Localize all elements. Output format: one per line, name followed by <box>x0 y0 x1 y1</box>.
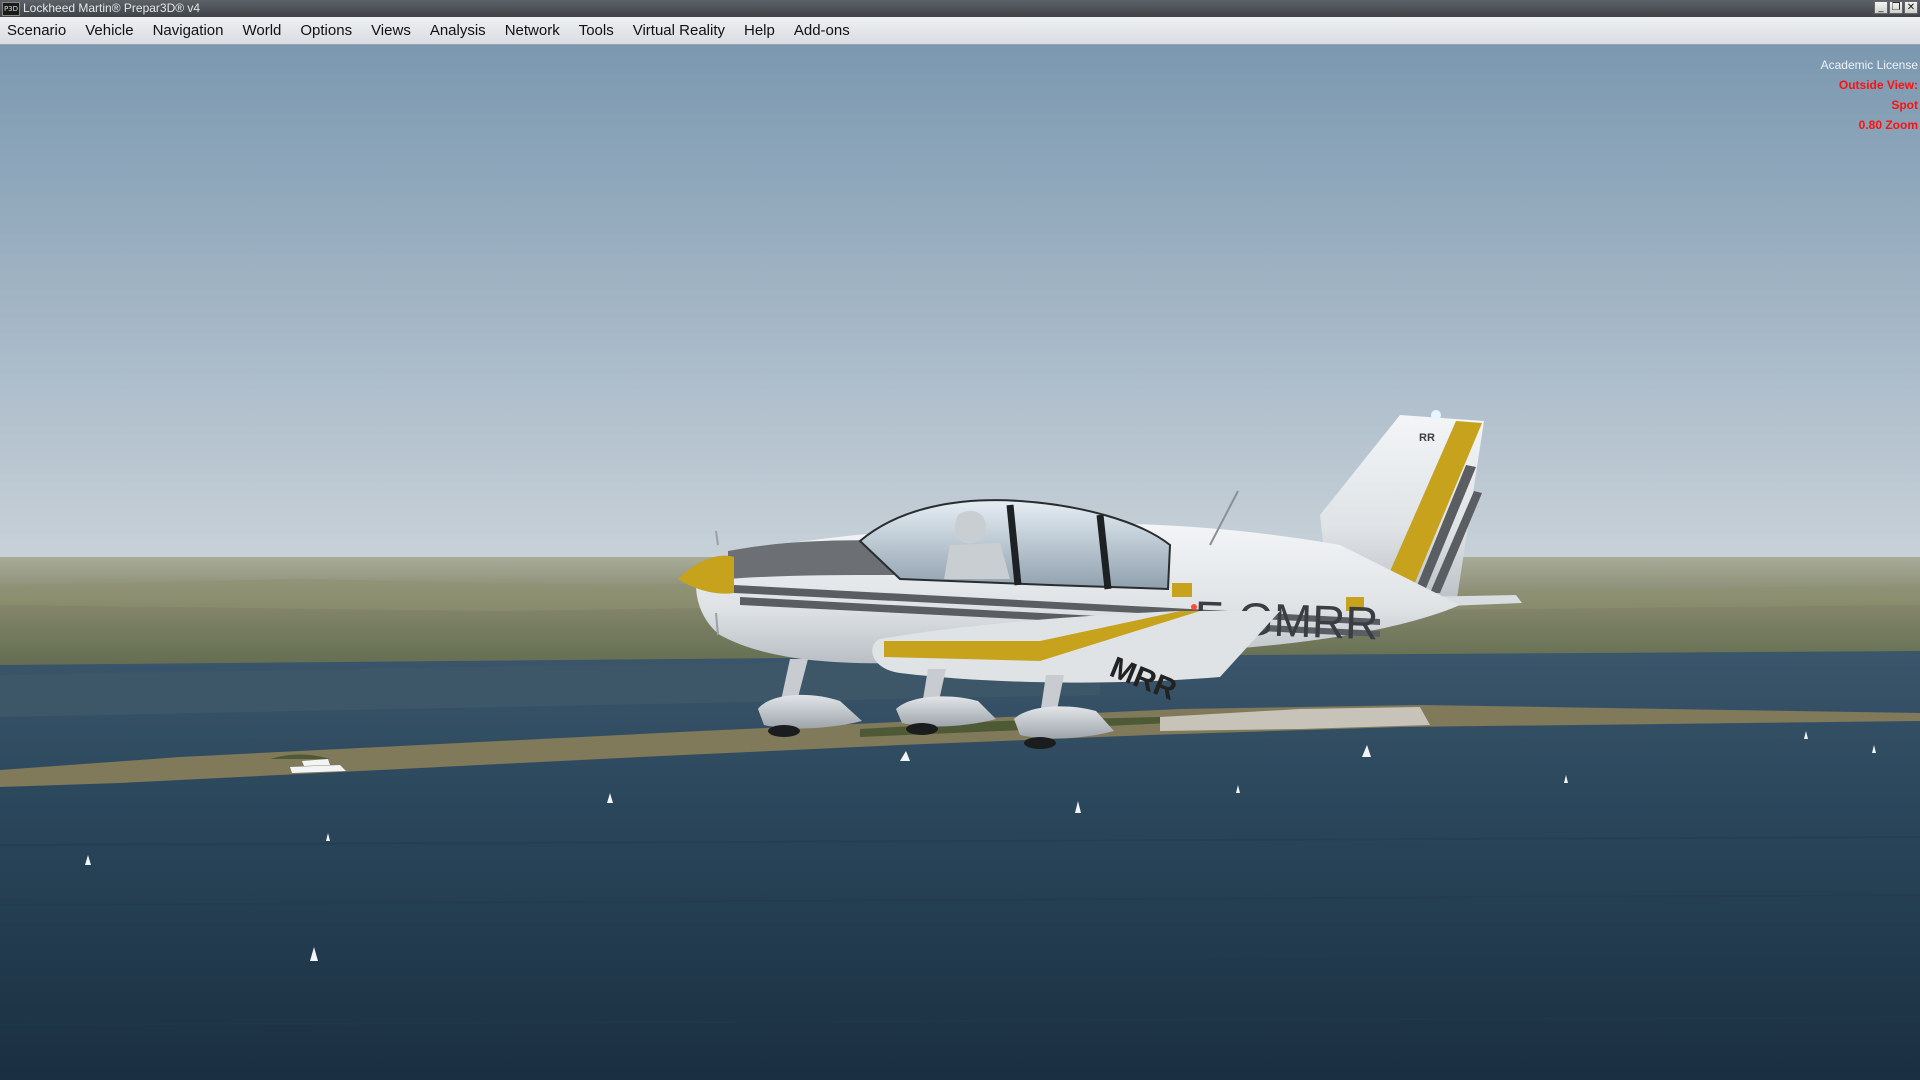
menu-views[interactable]: Views <box>366 19 416 42</box>
menu-options[interactable]: Options <box>295 19 357 42</box>
simulation-viewport[interactable]: RR F-GMRR MRR <box>0 45 1920 1080</box>
menu-virtual-reality[interactable]: Virtual Reality <box>628 19 730 42</box>
menu-scenario[interactable]: Scenario <box>2 19 71 42</box>
menu-navigation[interactable]: Navigation <box>148 19 229 42</box>
view-label: Outside View: <box>1838 78 1918 92</box>
sky <box>0 45 1920 565</box>
view-mode: Spot <box>1891 98 1918 112</box>
hud-overlay: Academic License Outside View: Spot 0.80… <box>1821 55 1918 135</box>
zoom-readout: 0.80 Zoom <box>1858 118 1918 132</box>
menu-add-ons[interactable]: Add-ons <box>789 19 855 42</box>
menu-vehicle[interactable]: Vehicle <box>80 19 138 42</box>
menu-tools[interactable]: Tools <box>574 19 619 42</box>
strobe-light <box>1191 604 1197 610</box>
restore-button[interactable]: ❐ <box>1889 1 1903 14</box>
title-bar[interactable]: P3D Lockheed Martin® Prepar3D® v4 _ ❐ ✕ <box>0 0 1920 17</box>
beacon-light <box>1431 410 1441 420</box>
close-button[interactable]: ✕ <box>1904 1 1918 14</box>
left-wheel <box>906 723 938 735</box>
menu-bar: Scenario Vehicle Navigation World Option… <box>0 17 1920 45</box>
simulator-window: P3D Lockheed Martin® Prepar3D® v4 _ ❐ ✕ … <box>0 0 1920 1080</box>
menu-network[interactable]: Network <box>500 19 565 42</box>
scene-canvas: RR F-GMRR MRR <box>0 45 1920 1080</box>
menu-world[interactable]: World <box>237 19 286 42</box>
menu-help[interactable]: Help <box>739 19 780 42</box>
nose-wheel <box>768 725 800 737</box>
app-icon[interactable]: P3D <box>2 1 20 16</box>
window-controls: _ ❐ ✕ <box>1874 1 1918 14</box>
window-title: Lockheed Martin® Prepar3D® v4 <box>23 1 201 15</box>
minimize-button[interactable]: _ <box>1874 1 1888 14</box>
right-wheel <box>1024 737 1056 749</box>
license-label: Academic License <box>1820 58 1918 72</box>
menu-analysis[interactable]: Analysis <box>425 19 491 42</box>
fin-code: RR <box>1419 432 1435 444</box>
